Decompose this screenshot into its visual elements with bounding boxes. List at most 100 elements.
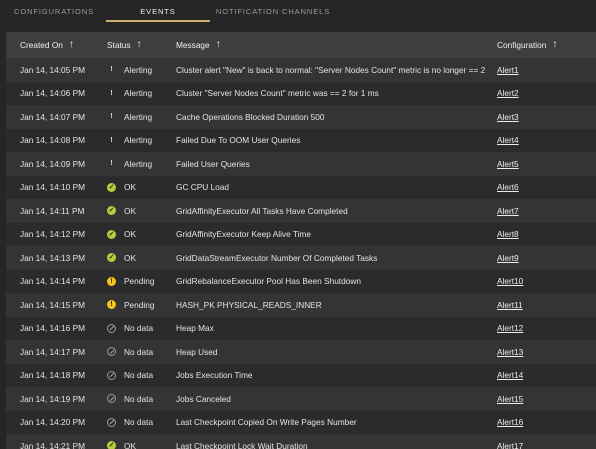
table-row[interactable]: Jan 14, 14:09 PM! Alerting Failed User Que… — [6, 152, 596, 176]
configuration-cell: Alert3 — [497, 105, 587, 129]
status-label: OK — [124, 205, 136, 216]
check-icon: ✓ — [107, 206, 116, 216]
table-row[interactable]: Jan 14, 14:15 PM! Pending HASH_PK PHYSICAL… — [6, 293, 596, 317]
status-cell: ! Alerting — [107, 105, 175, 129]
created-on-cell: Jan 14, 14:18 PM — [20, 370, 86, 381]
status-cell: No data — [107, 411, 175, 435]
status-label: No data — [124, 323, 154, 334]
configuration-cell: Alert9 — [497, 246, 587, 270]
configuration-cell: Alert10 — [497, 270, 587, 294]
tab-configurations[interactable]: CONFIGURATIONS — [0, 0, 108, 23]
message-cell: Jobs Execution Time — [176, 370, 253, 381]
configuration-link[interactable]: Alert6 — [497, 182, 519, 192]
configuration-link[interactable]: Alert16 — [497, 417, 523, 427]
created-on-cell: Jan 14, 14:17 PM — [20, 346, 86, 357]
configuration-link[interactable]: Alert4 — [497, 135, 519, 145]
status-label: No data — [124, 417, 154, 428]
table-row[interactable]: Jan 14, 14:18 PM No data Jobs Execution Ti… — [6, 363, 596, 388]
table-row[interactable]: Jan 14, 14:12 PM ✓ OK GridAffinityExecutor … — [6, 222, 596, 247]
configuration-link[interactable]: Alert14 — [497, 370, 523, 380]
status-label: Alerting — [124, 111, 153, 122]
created-on-cell: Jan 14, 14:13 PM — [20, 252, 86, 263]
table-row[interactable]: Jan 14, 14:21 PM ✓ OK Last Checkpoint Lock … — [6, 434, 596, 449]
table-row[interactable]: Jan 14, 14:16 PM No data Heap Max Alert12 — [6, 316, 596, 340]
table-row[interactable]: Jan 14, 14:10 PM ✓ OK GC CPU Load Alert6 — [6, 175, 596, 200]
configuration-link[interactable]: Alert15 — [497, 394, 523, 404]
table-row[interactable]: Jan 14, 14:07 PM! Alerting Cache Operation… — [6, 105, 596, 129]
check-icon: ✓ — [107, 229, 116, 239]
configuration-link[interactable]: Alert9 — [497, 253, 519, 263]
created-on-cell: Jan 14, 14:15 PM — [20, 299, 86, 310]
status-label: Alerting — [124, 135, 153, 146]
arrow-up-icon[interactable]: ↑ — [69, 40, 74, 50]
alert-icon: ! — [110, 136, 113, 144]
created-on-cell: Jan 14, 14:09 PM — [20, 158, 86, 169]
table-row[interactable]: Jan 14, 14:17 PM No data Heap Used Alert13 — [6, 340, 596, 364]
table-row[interactable]: Jan 14, 14:14 PM! Pending GridRebalanceExe… — [6, 269, 596, 294]
configuration-cell: Alert14 — [497, 364, 587, 388]
status-label: No data — [124, 393, 154, 404]
configuration-link[interactable]: Alert2 — [497, 88, 519, 98]
header-configuration[interactable]: Configuration ↑ — [497, 32, 587, 58]
message-cell: GridAffinityExecutor Keep Alive Time — [176, 229, 311, 240]
status-label: OK — [124, 182, 136, 193]
no-data-icon — [107, 370, 116, 380]
message-cell: Heap Max — [176, 323, 214, 334]
table-row[interactable]: Jan 14, 14:20 PM No data Last Checkpoint C… — [6, 410, 596, 435]
configuration-link[interactable]: Alert13 — [497, 347, 523, 357]
arrow-up-icon[interactable]: ↑ — [552, 40, 557, 50]
status-cell: ✓ OK — [107, 223, 175, 247]
status-cell: ! Alerting — [107, 58, 175, 82]
no-data-icon — [107, 323, 116, 333]
alert-icon: ! — [110, 89, 113, 97]
message-cell: GridDataStreamExecutor Number Of Complet… — [176, 252, 378, 263]
arrow-up-icon[interactable]: ↑ — [137, 40, 142, 50]
header-status[interactable]: Status ↑ — [107, 32, 175, 58]
configuration-link[interactable]: Alert8 — [497, 229, 519, 239]
arrow-up-icon[interactable]: ↑ — [216, 40, 221, 50]
alert-icon: ! — [110, 113, 113, 121]
table-row[interactable]: Jan 14, 14:11 PM ✓ OK GridAffinityExecutor … — [6, 199, 596, 223]
configuration-link[interactable]: Alert12 — [497, 323, 523, 333]
status-label: No data — [124, 370, 154, 381]
active-tab-indicator — [106, 20, 210, 22]
created-on-cell: Jan 14, 14:21 PM — [20, 440, 86, 449]
configuration-link[interactable]: Alert5 — [497, 159, 519, 169]
created-on-cell: Jan 14, 14:07 PM — [20, 111, 86, 122]
created-on-cell: Jan 14, 14:08 PM — [20, 135, 86, 146]
header-created-on[interactable]: Created On ↑ — [20, 32, 108, 58]
table-row[interactable]: Jan 14, 14:13 PM ✓ OK GridDataStreamExecuto… — [6, 246, 596, 270]
status-cell: ✓ OK — [107, 199, 175, 223]
check-icon: ✓ — [107, 253, 116, 263]
configuration-cell: Alert17 — [497, 434, 587, 449]
created-on-cell: Jan 14, 14:10 PM — [20, 182, 86, 193]
message-cell: GC CPU Load — [176, 182, 230, 193]
configuration-link[interactable]: Alert7 — [497, 206, 519, 216]
status-label: OK — [124, 440, 136, 449]
status-label: Alerting — [124, 64, 153, 75]
status-cell: ✓ OK — [107, 176, 175, 200]
configuration-link[interactable]: Alert1 — [497, 65, 519, 75]
configuration-cell: Alert2 — [497, 82, 587, 106]
header-message[interactable]: Message ↑ — [176, 32, 494, 58]
table-row[interactable]: Jan 14, 14:08 PM! Alerting Failed Due To O… — [6, 128, 596, 153]
check-icon: ✓ — [107, 441, 116, 449]
configuration-cell: Alert1 — [497, 58, 587, 82]
message-cell: HASH_PK PHYSICAL_READS_INNER — [176, 299, 322, 310]
table-row[interactable]: Jan 14, 14:05 PM! Alerting Cluster alert "… — [6, 58, 596, 82]
configuration-cell: Alert4 — [497, 129, 587, 153]
status-cell: No data — [107, 340, 175, 364]
events-table: Created On ↑ Status ↑ Message ↑ Configur… — [6, 32, 596, 449]
alert-icon: ! — [110, 160, 113, 168]
configuration-link[interactable]: Alert11 — [497, 300, 523, 310]
configuration-cell: Alert15 — [497, 387, 587, 411]
created-on-cell: Jan 14, 14:05 PM — [20, 64, 86, 75]
message-cell: Failed User Queries — [176, 158, 250, 169]
configuration-link[interactable]: Alert10 — [497, 276, 523, 286]
tab-notification-channels[interactable]: NOTIFICATION CHANNELS — [212, 0, 334, 23]
table-row[interactable]: Jan 14, 14:06 PM! Alerting Cluster "Server… — [6, 81, 596, 106]
configuration-link[interactable]: Alert3 — [497, 112, 519, 122]
created-on-cell: Jan 14, 14:14 PM — [20, 276, 86, 287]
configuration-link[interactable]: Alert17 — [497, 441, 523, 449]
table-row[interactable]: Jan 14, 14:19 PM No data Jobs Canceled Aler… — [6, 387, 596, 411]
